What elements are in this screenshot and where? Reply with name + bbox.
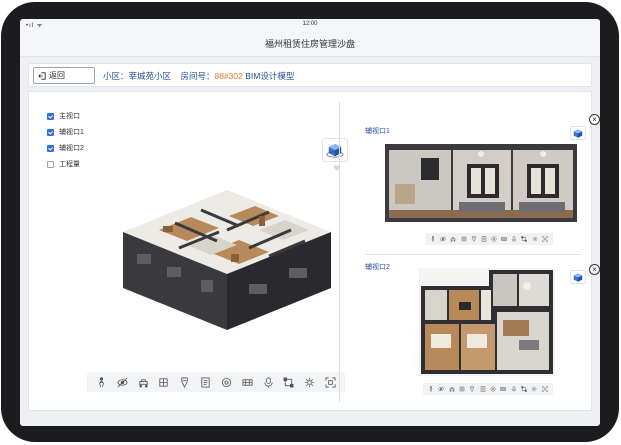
- app-screen: •ıl ᯤ 12:00 福州租赁住房管理沙盘 返回 小区：莘城苑小区 房间号：8…: [20, 19, 600, 426]
- view-cube-icon: [573, 128, 583, 138]
- viewport-1-title: 辅视口1: [365, 128, 390, 135]
- panel-divider: [339, 102, 340, 402]
- layer-aux-viewport-2[interactable]: 辅视口2: [47, 140, 84, 156]
- section-icon[interactable]: [461, 236, 467, 242]
- layer-main-viewport[interactable]: 主视口: [47, 108, 84, 124]
- gear-icon[interactable]: [531, 386, 537, 392]
- viewport-2-cube-button[interactable]: [570, 270, 586, 284]
- microphone-icon[interactable]: [511, 236, 517, 242]
- roaming-icon[interactable]: [136, 375, 150, 389]
- status-bar: •ıl ᯤ 12:00: [20, 19, 600, 31]
- app-title: 福州租赁住房管理沙盘: [20, 31, 600, 57]
- elevation-icon[interactable]: [500, 386, 507, 392]
- viewport-separator: [365, 254, 581, 255]
- bounding-box-icon[interactable]: [521, 386, 527, 392]
- view-cube-icon: [326, 143, 344, 158]
- room-value: 88#302: [214, 71, 243, 81]
- viewport-2-floorplan[interactable]: [419, 268, 555, 376]
- back-button[interactable]: 返回: [33, 67, 95, 84]
- walk-icon[interactable]: [94, 375, 108, 389]
- measure-icon[interactable]: [471, 236, 477, 242]
- fullscreen-icon[interactable]: [324, 375, 338, 389]
- checkbox[interactable]: [47, 160, 54, 168]
- measure-icon[interactable]: [178, 375, 192, 389]
- section-icon[interactable]: [459, 386, 465, 392]
- roaming-icon[interactable]: [450, 236, 456, 242]
- settings-circle-icon[interactable]: [219, 375, 233, 389]
- measure-icon[interactable]: [469, 386, 475, 392]
- roaming-icon[interactable]: [449, 386, 455, 392]
- viewport-2-title: 辅视口2: [365, 264, 390, 271]
- layer-list: 主视口 辅视口1 辅视口2 工程量: [47, 108, 84, 172]
- viewport-1-cube-button[interactable]: [570, 126, 586, 140]
- microphone-icon[interactable]: [511, 386, 517, 392]
- gear-icon[interactable]: [532, 236, 538, 242]
- bim-3d-model[interactable]: [119, 170, 339, 340]
- gear-icon[interactable]: [303, 375, 317, 389]
- visibility-icon[interactable]: [115, 375, 129, 389]
- settings-circle-icon[interactable]: [490, 386, 496, 392]
- viewport-2-toolbar: [423, 383, 553, 395]
- checkbox[interactable]: [47, 128, 54, 136]
- layer-aux-viewport-1[interactable]: 辅视口1: [47, 124, 84, 140]
- visibility-icon[interactable]: [438, 386, 445, 392]
- layer-label: 工程量: [59, 161, 80, 168]
- elevation-icon[interactable]: [501, 236, 507, 242]
- walk-icon[interactable]: [428, 386, 434, 392]
- view-cube-button[interactable]: [322, 138, 348, 162]
- room-label: 房间号：: [180, 71, 215, 81]
- bounding-box-icon[interactable]: [521, 236, 528, 242]
- viewport-1-toolbar: [425, 233, 553, 245]
- properties-icon[interactable]: [199, 375, 213, 389]
- section-icon[interactable]: [157, 375, 171, 389]
- properties-icon[interactable]: [480, 386, 486, 392]
- walk-icon[interactable]: [430, 236, 436, 242]
- community-label: 小区：: [103, 71, 129, 81]
- elevation-icon[interactable]: [240, 375, 254, 389]
- back-label: 返回: [49, 71, 65, 80]
- visibility-icon[interactable]: [440, 236, 446, 242]
- model-label: BIM设计模型: [245, 71, 295, 81]
- layer-label: 辅视口1: [59, 129, 84, 136]
- bounding-box-icon[interactable]: [282, 375, 296, 389]
- main-toolbar: [87, 372, 345, 392]
- layer-label: 主视口: [59, 113, 80, 120]
- close-icon[interactable]: ×: [589, 264, 600, 275]
- community-value: 莘城苑小区: [128, 71, 172, 81]
- checkbox[interactable]: [47, 144, 54, 152]
- microphone-icon[interactable]: [261, 375, 275, 389]
- checkbox[interactable]: [47, 112, 54, 120]
- info-bar: 返回 小区：莘城苑小区 房间号：88#302 BIM设计模型: [28, 63, 592, 87]
- settings-circle-icon[interactable]: [491, 236, 497, 242]
- view-cube-icon: [573, 272, 583, 282]
- tablet-frame: •ıl ᯤ 12:00 福州租赁住房管理沙盘 返回 小区：莘城苑小区 房间号：8…: [1, 2, 619, 442]
- viewport-1-render[interactable]: [385, 144, 577, 222]
- clock: 12:00: [302, 21, 318, 27]
- close-icon[interactable]: ×: [589, 114, 600, 125]
- layer-quantities[interactable]: 工程量: [47, 156, 84, 172]
- properties-icon[interactable]: [481, 236, 487, 242]
- fullscreen-icon[interactable]: [542, 386, 548, 392]
- back-arrow-icon: [38, 71, 46, 80]
- layer-label: 辅视口2: [59, 145, 84, 152]
- main-panel: 主视口 辅视口1 辅视口2 工程量 辅视口1 × 辅视口2 ×: [28, 91, 600, 411]
- room-info: 小区：莘城苑小区 房间号：88#302 BIM设计模型: [103, 70, 294, 82]
- fullscreen-icon[interactable]: [542, 236, 548, 242]
